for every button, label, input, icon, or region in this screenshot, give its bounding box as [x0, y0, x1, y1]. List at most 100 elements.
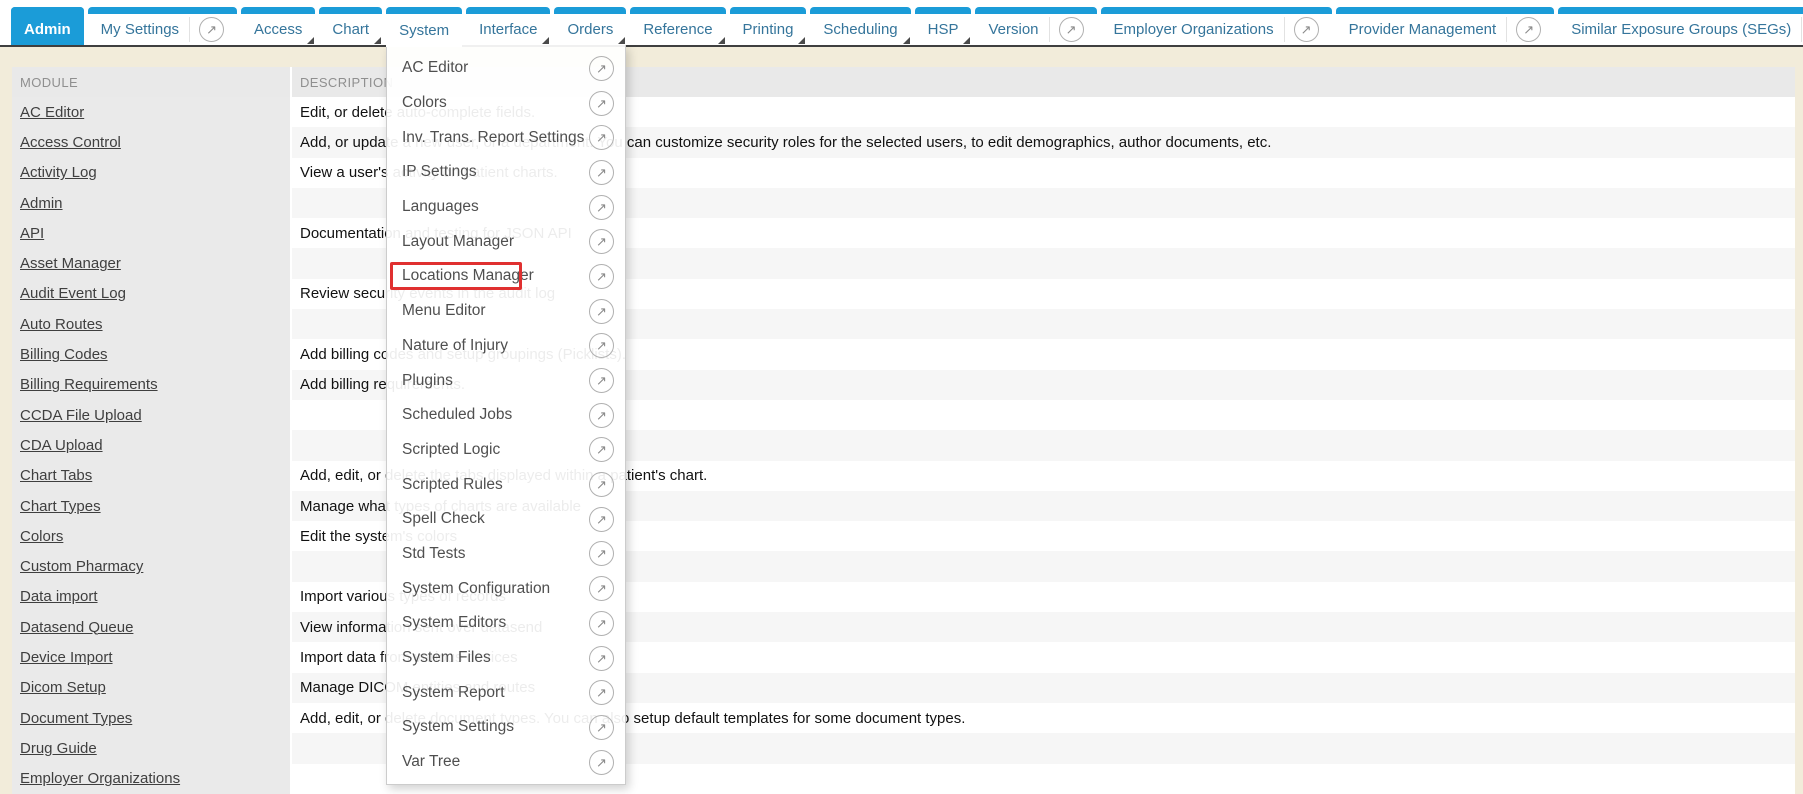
external-link-icon[interactable]: ↗ [589, 715, 614, 740]
menu-item-layout-manager[interactable]: Layout Manager ↗ [387, 224, 625, 259]
menu-item-system-settings[interactable]: System Settings ↗ [387, 710, 625, 745]
tab-admin[interactable]: Admin [11, 7, 84, 45]
tab-employer-organizations[interactable]: Employer Organizations ↗ [1101, 7, 1332, 45]
module-link-colors[interactable]: Colors [20, 528, 63, 545]
external-link-icon[interactable]: ↗ [589, 368, 614, 393]
menu-item-spell-check[interactable]: Spell Check ↗ [387, 502, 625, 537]
external-link-icon[interactable]: ↗ [589, 437, 614, 462]
tab-access[interactable]: Access [241, 7, 315, 45]
table-row: Admin [12, 188, 1795, 218]
menu-item-label: Colors [402, 94, 447, 112]
menu-item-menu-editor[interactable]: Menu Editor ↗ [387, 294, 625, 329]
tabbar-underline [0, 45, 1803, 47]
external-link-icon[interactable]: ↗ [1059, 17, 1084, 42]
external-link-icon[interactable]: ↗ [589, 541, 614, 566]
menu-item-scheduled-jobs[interactable]: Scheduled Jobs ↗ [387, 398, 625, 433]
module-link-datasend-queue[interactable]: Datasend Queue [20, 619, 133, 636]
external-link-icon[interactable]: ↗ [589, 229, 614, 254]
module-link-billing-codes[interactable]: Billing Codes [20, 346, 108, 363]
tab-printing[interactable]: Printing [730, 7, 807, 45]
menu-item-var-tree[interactable]: Var Tree ↗ [387, 745, 625, 780]
external-link-icon[interactable]: ↗ [589, 507, 614, 532]
menu-item-system-report[interactable]: System Report ↗ [387, 675, 625, 710]
external-link-icon[interactable]: ↗ [199, 17, 224, 42]
tab-label: HSP [928, 21, 959, 38]
menu-item-languages[interactable]: Languages ↗ [387, 190, 625, 225]
external-link-icon[interactable]: ↗ [589, 472, 614, 497]
external-link-icon[interactable]: ↗ [589, 680, 614, 705]
module-link-ac-editor[interactable]: AC Editor [20, 104, 84, 121]
external-link-icon[interactable]: ↗ [589, 125, 614, 150]
module-link-asset-manager[interactable]: Asset Manager [20, 255, 121, 272]
tab-interface[interactable]: Interface [466, 7, 550, 45]
table-header-row: MODULE DESCRIPTION [12, 67, 1795, 97]
module-link-api[interactable]: API [20, 225, 44, 242]
module-link-drug-guide[interactable]: Drug Guide [20, 740, 97, 757]
module-link-auto-routes[interactable]: Auto Routes [20, 316, 103, 333]
module-link-data-import[interactable]: Data import [20, 588, 98, 605]
tab-chart[interactable]: Chart [319, 7, 382, 45]
external-link-icon[interactable]: ↗ [589, 264, 614, 289]
table-row: CCDA File Upload [12, 400, 1795, 430]
menu-item-inv-trans-report-settings[interactable]: Inv. Trans. Report Settings ↗ [387, 120, 625, 155]
tab-reference[interactable]: Reference [630, 7, 725, 45]
external-link-icon[interactable]: ↗ [589, 299, 614, 324]
table-row: Chart Tabs Add, edit, or delete the tabs… [12, 461, 1795, 491]
table-body: AC Editor Edit, or delete auto-complete … [12, 97, 1795, 794]
external-link-icon[interactable]: ↗ [589, 160, 614, 185]
external-link-icon[interactable]: ↗ [589, 333, 614, 358]
module-cell: Asset Manager [12, 248, 290, 278]
menu-item-ip-settings[interactable]: IP Settings ↗ [387, 155, 625, 190]
menu-item-nature-of-injury[interactable]: Nature of Injury ↗ [387, 329, 625, 364]
module-link-billing-requirements[interactable]: Billing Requirements [20, 376, 158, 393]
module-link-audit-event-log[interactable]: Audit Event Log [20, 285, 126, 302]
table-row: Device Import Import data from various d… [12, 642, 1795, 672]
module-link-chart-tabs[interactable]: Chart Tabs [20, 467, 92, 484]
external-link-icon[interactable]: ↗ [589, 195, 614, 220]
tab-similar-exposure-groups-segs[interactable]: Similar Exposure Groups (SEGs) ↗ [1558, 7, 1803, 45]
menu-item-system-editors[interactable]: System Editors ↗ [387, 606, 625, 641]
external-link-icon[interactable]: ↗ [589, 576, 614, 601]
tab-label: System [399, 22, 449, 39]
menu-item-system-files[interactable]: System Files ↗ [387, 641, 625, 676]
external-link-icon[interactable]: ↗ [589, 611, 614, 636]
menu-item-scripted-rules[interactable]: Scripted Rules ↗ [387, 467, 625, 502]
external-link-icon[interactable]: ↗ [589, 56, 614, 81]
module-link-activity-log[interactable]: Activity Log [20, 164, 97, 181]
menu-item-plugins[interactable]: Plugins ↗ [387, 363, 625, 398]
external-link-icon[interactable]: ↗ [1294, 17, 1319, 42]
module-cell: Billing Requirements [12, 370, 290, 400]
module-link-cda-upload[interactable]: CDA Upload [20, 437, 103, 454]
module-link-access-control[interactable]: Access Control [20, 134, 121, 151]
external-link-icon[interactable]: ↗ [1516, 17, 1541, 42]
module-link-employer-organizations[interactable]: Employer Organizations [20, 770, 180, 787]
module-link-document-types[interactable]: Document Types [20, 710, 132, 727]
tab-hsp[interactable]: HSP [915, 7, 972, 45]
module-link-device-import[interactable]: Device Import [20, 649, 113, 666]
module-link-chart-types[interactable]: Chart Types [20, 498, 101, 515]
tab-scheduling[interactable]: Scheduling [810, 7, 910, 45]
external-link-icon[interactable]: ↗ [589, 750, 614, 775]
menu-item-label: System Settings [402, 718, 514, 736]
tab-version[interactable]: Version ↗ [975, 7, 1096, 45]
external-link-icon[interactable]: ↗ [589, 646, 614, 671]
menu-item-scripted-logic[interactable]: Scripted Logic ↗ [387, 433, 625, 468]
menu-item-locations-manager[interactable]: Locations Manager ↗ [387, 259, 625, 294]
external-link-icon[interactable]: ↗ [589, 403, 614, 428]
highlight-annotation [390, 262, 522, 290]
module-cell: Audit Event Log [12, 279, 290, 309]
module-link-admin[interactable]: Admin [20, 195, 63, 212]
tab-system[interactable]: System [386, 7, 462, 47]
menu-item-system-configuration[interactable]: System Configuration ↗ [387, 571, 625, 606]
module-link-custom-pharmacy[interactable]: Custom Pharmacy [20, 558, 143, 575]
tab-my-settings[interactable]: My Settings ↗ [88, 7, 237, 45]
tab-orders[interactable]: Orders [554, 7, 626, 45]
menu-item-std-tests[interactable]: Std Tests ↗ [387, 537, 625, 572]
tab-label: Employer Organizations [1114, 21, 1274, 38]
external-link-icon[interactable]: ↗ [589, 91, 614, 116]
menu-item-ac-editor[interactable]: AC Editor ↗ [387, 51, 625, 86]
module-link-ccda-file-upload[interactable]: CCDA File Upload [20, 407, 142, 424]
module-link-dicom-setup[interactable]: Dicom Setup [20, 679, 106, 696]
tab-provider-management[interactable]: Provider Management ↗ [1336, 7, 1555, 45]
menu-item-colors[interactable]: Colors ↗ [387, 86, 625, 121]
